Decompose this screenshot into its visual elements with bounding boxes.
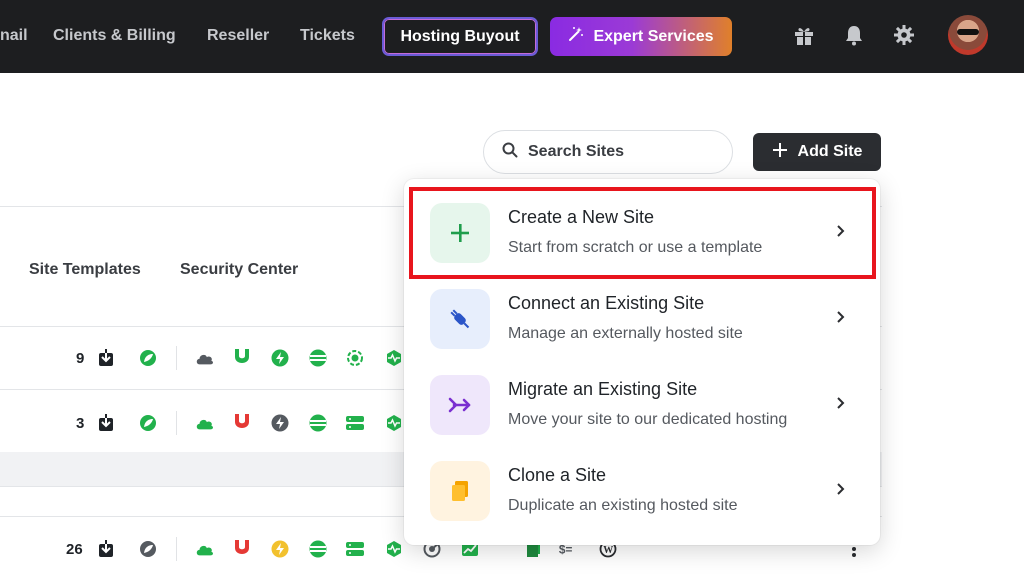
shield-icon[interactable] bbox=[232, 347, 252, 367]
chevron-right-icon bbox=[836, 481, 850, 501]
chevron-right-icon bbox=[836, 223, 850, 243]
database-icon[interactable] bbox=[308, 413, 328, 433]
shield-icon[interactable] bbox=[232, 412, 252, 432]
menu-item-migrate-existing-site[interactable]: Migrate an Existing Site Move your site … bbox=[420, 369, 868, 441]
search-icon bbox=[502, 142, 518, 163]
database-icon[interactable] bbox=[308, 539, 328, 559]
divider bbox=[176, 346, 177, 370]
database-icon[interactable] bbox=[308, 348, 328, 368]
hosting-buyout-label: Hosting Buyout bbox=[400, 27, 520, 45]
column-header-security-center[interactable]: Security Center bbox=[180, 261, 298, 279]
menu-item-create-new-site[interactable]: Create a New Site Start from scratch or … bbox=[420, 197, 868, 269]
target-icon[interactable] bbox=[345, 348, 365, 368]
download-icon[interactable] bbox=[96, 539, 116, 559]
uptime-icon[interactable] bbox=[384, 348, 404, 368]
migrate-icon bbox=[430, 375, 490, 435]
expert-services-button[interactable]: Expert Services bbox=[550, 17, 732, 56]
page-right-area bbox=[882, 73, 1024, 581]
menu-item-subtitle: Start from scratch or use a template bbox=[508, 239, 763, 256]
plus-icon bbox=[430, 203, 490, 263]
shield-leaf-icon[interactable] bbox=[138, 348, 158, 368]
add-site-menu: Create a New Site Start from scratch or … bbox=[404, 179, 880, 545]
shield-leaf-icon[interactable] bbox=[138, 539, 158, 559]
search-sites-input[interactable]: Search Sites bbox=[483, 130, 733, 174]
cloud-icon[interactable] bbox=[195, 539, 215, 559]
shield-icon[interactable] bbox=[232, 538, 252, 558]
lightning-icon[interactable] bbox=[270, 348, 290, 368]
top-navigation: nail Clients & Billing Reseller Tickets … bbox=[0, 0, 1024, 73]
shield-leaf-icon[interactable] bbox=[138, 413, 158, 433]
nav-link-tickets[interactable]: Tickets bbox=[300, 27, 355, 45]
copy-icon bbox=[430, 461, 490, 521]
add-site-label: Add Site bbox=[797, 143, 863, 160]
menu-item-connect-existing-site[interactable]: Connect an Existing Site Manage an exter… bbox=[420, 283, 868, 355]
nav-link-clients-billing[interactable]: Clients & Billing bbox=[53, 27, 176, 45]
nav-link-reseller[interactable]: Reseller bbox=[207, 27, 269, 45]
menu-item-title: Migrate an Existing Site bbox=[508, 379, 698, 399]
uptime-icon[interactable] bbox=[384, 539, 404, 559]
bell-icon[interactable] bbox=[843, 24, 867, 48]
uptime-icon[interactable] bbox=[384, 413, 404, 433]
backup-count: 26 bbox=[66, 541, 83, 558]
column-header-site-templates[interactable]: Site Templates bbox=[29, 261, 141, 279]
menu-item-subtitle: Move your site to our dedicated hosting bbox=[508, 411, 788, 428]
lightning-icon[interactable] bbox=[270, 539, 290, 559]
server-icon[interactable] bbox=[345, 413, 365, 433]
gift-icon[interactable] bbox=[793, 24, 817, 48]
backup-count: 9 bbox=[76, 350, 85, 367]
avatar[interactable] bbox=[948, 15, 988, 55]
download-icon[interactable] bbox=[96, 413, 116, 433]
menu-item-title: Connect an Existing Site bbox=[508, 293, 705, 313]
magic-wand-icon bbox=[568, 26, 584, 47]
chevron-right-icon bbox=[836, 309, 850, 329]
divider bbox=[176, 537, 177, 561]
menu-item-clone-site[interactable]: Clone a Site Duplicate an existing hoste… bbox=[420, 455, 868, 527]
cloud-icon[interactable] bbox=[195, 348, 215, 368]
svg-text:W: W bbox=[603, 545, 613, 556]
hosting-buyout-button[interactable]: Hosting Buyout bbox=[382, 17, 538, 56]
menu-item-subtitle: Duplicate an existing hosted site bbox=[508, 497, 738, 514]
add-site-button[interactable]: Add Site bbox=[753, 133, 881, 171]
menu-item-subtitle: Manage an externally hosted site bbox=[508, 325, 743, 342]
chevron-right-icon bbox=[836, 395, 850, 415]
server-icon[interactable] bbox=[345, 539, 365, 559]
menu-item-title: Clone a Site bbox=[508, 465, 607, 485]
search-placeholder: Search Sites bbox=[528, 143, 625, 160]
gear-icon[interactable] bbox=[893, 24, 917, 48]
download-icon[interactable] bbox=[96, 348, 116, 368]
expert-services-label: Expert Services bbox=[593, 27, 714, 45]
nav-link-email[interactable]: nail bbox=[0, 27, 28, 45]
plus-icon bbox=[772, 142, 788, 163]
menu-item-title: Create a New Site bbox=[508, 207, 655, 227]
backup-count: 3 bbox=[76, 415, 85, 432]
plug-icon bbox=[430, 289, 490, 349]
divider bbox=[176, 411, 177, 435]
cloud-icon[interactable] bbox=[195, 413, 215, 433]
lightning-icon[interactable] bbox=[270, 413, 290, 433]
